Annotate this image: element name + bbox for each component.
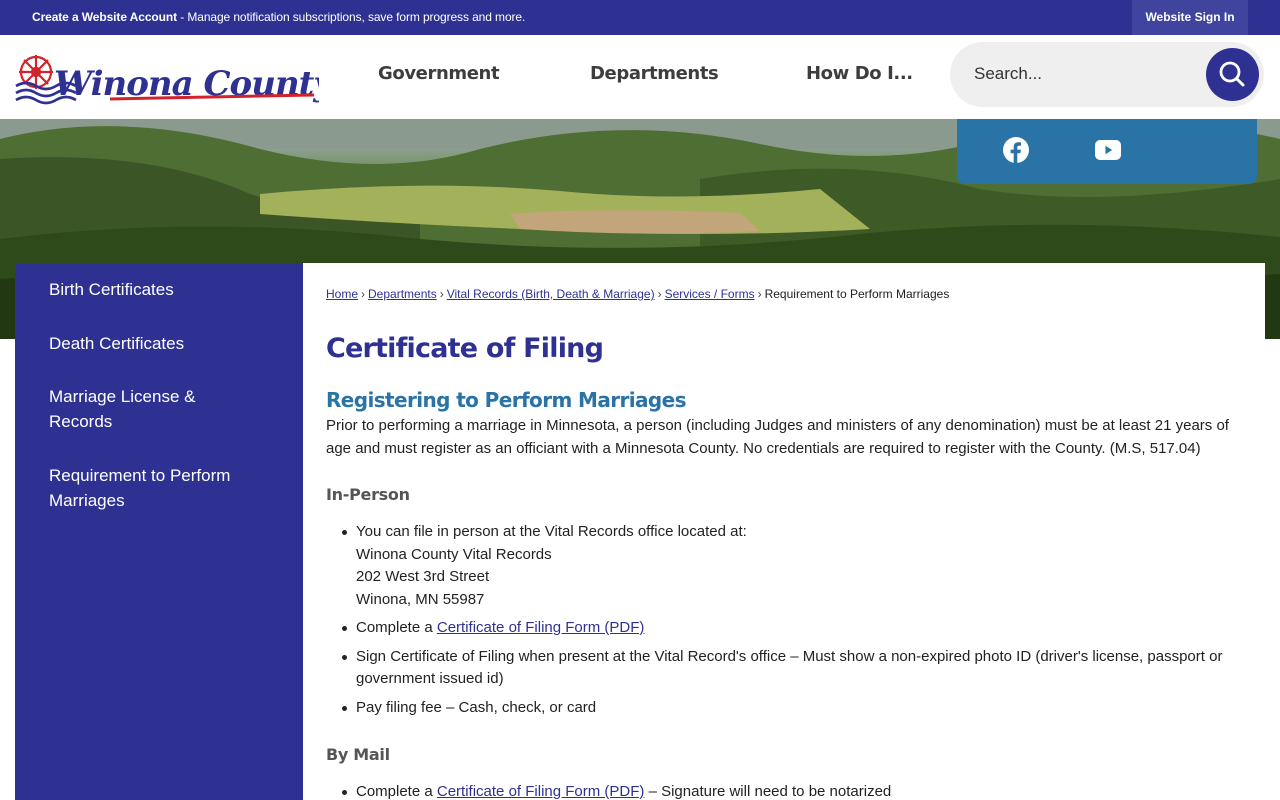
by-mail-list: Complete a Certificate of Filing Form (P… [342,781,1256,800]
breadcrumb-home[interactable]: Home [326,287,358,301]
sidebar-item-birth-certificates[interactable]: Birth Certificates [49,277,269,302]
office-city: Winona, MN 55987 [356,590,485,608]
breadcrumb-separator: › [439,287,444,301]
sidebar-item-marriage-license[interactable]: Marriage License & Records [49,384,219,434]
breadcrumb-current: Requirement to Perform Marriages [764,287,950,301]
youtube-icon[interactable] [1095,140,1121,160]
breadcrumb: Home › Departments › Vital Records (Birth, D… [326,287,949,301]
office-name: Winona County Vital Records [356,545,552,563]
list-item-text: – Signature will need to be notarized [644,783,892,800]
breadcrumb-separator: › [657,287,662,301]
by-mail-heading: By Mail [326,745,390,764]
list-item: Complete a Certificate of Filing Form (P… [342,617,1256,640]
winona-county-logo[interactable]: Winona County [14,48,319,108]
page-title: Certificate of Filing [326,333,604,364]
create-account-link[interactable]: Create a Website Account [32,10,177,24]
search-icon [1219,61,1245,87]
account-message-text: - Manage notification subscriptions, sav… [176,10,526,24]
office-street: 202 West 3rd Street [356,568,490,585]
account-message: Create a Website Account - Manage notifi… [32,10,525,24]
list-item: Pay filing fee – Cash, check, or card [342,697,1256,720]
breadcrumb-vital-records[interactable]: Vital Records (Birth, Death & Marriage) [447,287,655,301]
top-bar: Create a Website Account - Manage notifi… [0,0,1280,35]
list-item: Complete a Certificate of Filing Form (P… [342,781,1256,800]
sidebar-item-death-certificates[interactable]: Death Certificates [49,331,269,356]
breadcrumb-services-forms[interactable]: Services / Forms [665,287,755,301]
in-person-list: You can file in person at the Vital Reco… [342,521,1256,720]
list-item: You can file in person at the Vital Reco… [342,521,1256,611]
sidebar: Birth Certificates Death Certificates Ma… [15,263,303,800]
site-header: Winona County Government Departments How… [0,35,1280,119]
search-button[interactable] [1206,48,1259,101]
in-person-heading: In-Person [326,485,410,504]
list-item: Sign Certificate of Filing when present … [342,646,1256,691]
main-content: Home › Departments › Vital Records (Birth, D… [303,263,1265,800]
certificate-of-filing-form-link[interactable]: Certificate of Filing Form (PDF) [437,619,645,636]
search-box [950,42,1264,107]
list-item-text: You can file in person at the Vital Reco… [356,523,747,540]
certificate-of-filing-form-link-mail[interactable]: Certificate of Filing Form (PDF) [437,783,645,800]
list-item-text: Complete a [356,783,437,800]
nav-departments[interactable]: Departments [590,63,719,84]
nav-government[interactable]: Government [378,63,500,84]
sidebar-item-requirement-to-perform-marriages[interactable]: Requirement to Perform Marriages [49,463,249,513]
social-links-bar [957,119,1257,184]
breadcrumb-separator: › [757,287,762,301]
breadcrumb-departments[interactable]: Departments [368,287,437,301]
website-sign-in-button[interactable]: Website Sign In [1132,0,1248,35]
nav-how-do-i[interactable]: How Do I... [806,63,913,84]
list-item-text: Complete a [356,619,437,636]
facebook-icon[interactable] [1003,137,1029,163]
breadcrumb-separator: › [361,287,366,301]
intro-paragraph: Prior to performing a marriage in Minnes… [326,417,1229,457]
section-heading: Registering to Perform Marriages [326,388,687,412]
search-input[interactable] [974,58,1194,90]
